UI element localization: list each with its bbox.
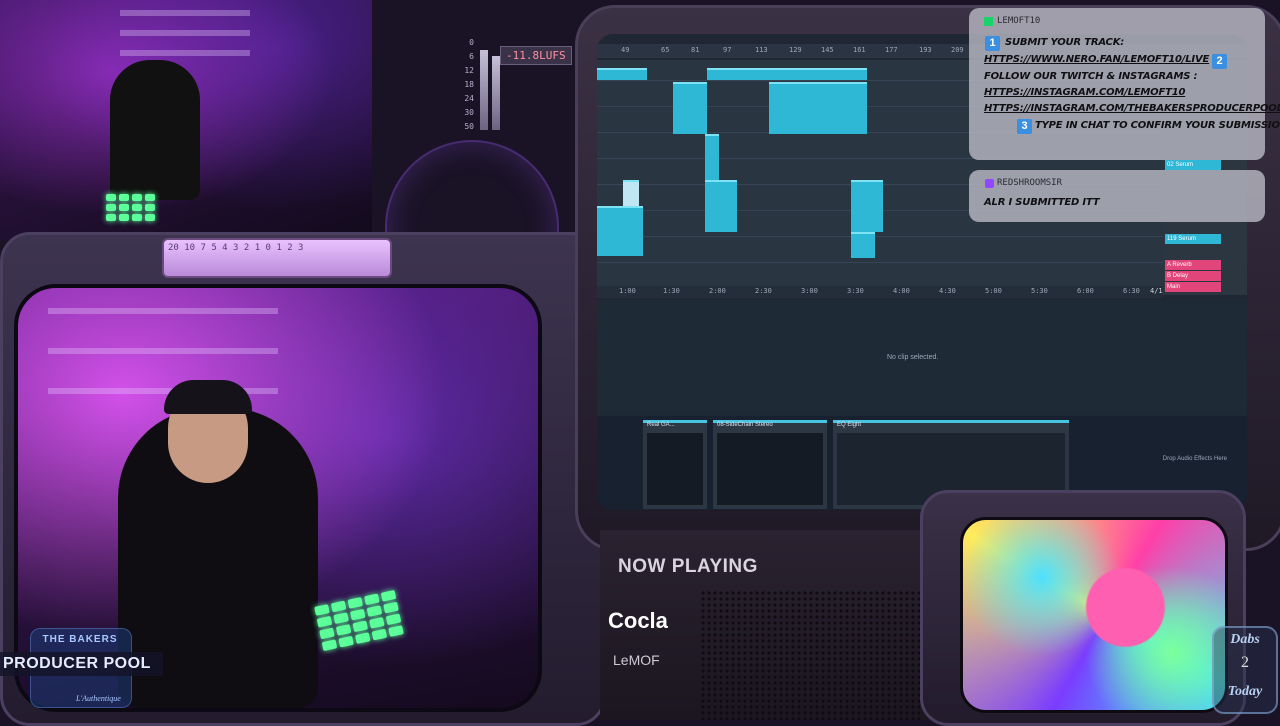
master-track-header[interactable]: Main <box>1165 282 1221 292</box>
chat-message: REDSHROOMSIR ALR I SUBMITTED ITT <box>969 170 1265 222</box>
chat-link[interactable]: HTTPS://WWW.NERO.FAN/LEMOFT10/LIVE <box>984 54 1209 65</box>
no-clip-message: No clip selected. <box>887 354 939 361</box>
logo-main-text: PRODUCER POOL <box>0 652 163 676</box>
visualizer-screen <box>960 517 1228 713</box>
number-three-icon: 3 <box>1017 119 1032 134</box>
logo-sub-text: L'Authentique <box>76 694 121 703</box>
track-lane <box>597 236 1163 237</box>
moderator-badge-icon <box>984 17 993 26</box>
drum-pad-controller <box>314 589 404 652</box>
drop-effects-hint: Drop Audio Effects Here <box>1162 456 1227 462</box>
daw-time-ruler: 1:00 1:30 2:00 2:30 3:00 3:30 4:00 4:30 … <box>597 286 1163 298</box>
shelf <box>120 50 250 56</box>
lufs-readout: -11.8LUFS <box>500 46 572 65</box>
chat-text: SUBMIT YOUR TRACK: <box>1005 37 1125 48</box>
audio-clip[interactable] <box>705 134 719 182</box>
track-artist: LeMOF <box>613 652 660 668</box>
track-header[interactable]: 02 Serum <box>1165 160 1221 170</box>
top-webcam-feed <box>0 0 372 240</box>
streamer-figure <box>110 60 200 200</box>
track-header[interactable]: 119 Serum <box>1165 234 1221 244</box>
device-panel[interactable]: Real GA... <box>643 420 707 509</box>
user-badge-icon <box>985 179 994 188</box>
chat-username: LEMOFT10 <box>997 16 1041 26</box>
track-lane <box>597 262 1163 263</box>
today-label: Today <box>1227 684 1263 699</box>
meter-scale: 0 6 12 18 24 30 50 <box>464 38 474 131</box>
chat-message: LEMOFT10 1 SUBMIT YOUR TRACK: HTTPS://WW… <box>969 8 1280 160</box>
shelf <box>48 348 278 354</box>
dabs-count: 2 <box>1241 654 1249 671</box>
meter-bar-right <box>492 56 500 130</box>
tv-dial-scale: 20 10 7 5 4 3 2 1 0 1 2 3 <box>168 243 304 253</box>
number-two-icon: 2 <box>1212 54 1227 69</box>
drum-pad-controller <box>106 194 155 221</box>
dabs-today-badge: Dabs 2 Today <box>1212 626 1278 714</box>
shelf <box>120 30 250 36</box>
device-panel[interactable]: 08-SideChain Stereo <box>713 420 827 509</box>
audio-clip[interactable] <box>597 206 643 256</box>
now-playing-label: NOW PLAYING <box>618 556 758 577</box>
meter-bar-left <box>480 50 488 130</box>
audio-clip[interactable] <box>851 180 883 232</box>
shelf <box>120 10 250 16</box>
audio-clip[interactable] <box>705 180 737 232</box>
return-track-header[interactable]: A Reverb <box>1165 260 1221 270</box>
track-title: Cocla <box>608 608 668 633</box>
clip-detail-view: No clip selected. <box>597 300 1247 415</box>
dabs-label: Dabs <box>1230 632 1260 647</box>
chat-link[interactable]: HTTPS://INSTAGRAM.COM/LEMOFT10 <box>984 87 1185 98</box>
audio-clip[interactable] <box>673 82 707 134</box>
chat-text: TYPE IN CHAT TO CONFIRM YOUR SUBMISSION <box>1035 120 1280 131</box>
chat-username: REDSHROOMSIR <box>997 178 1063 188</box>
chat-link[interactable]: HTTPS://INSTAGRAM.COM/THEBAKERSPRODUCERP… <box>984 103 1280 114</box>
audio-clip[interactable] <box>707 68 867 80</box>
audio-clip[interactable] <box>769 82 867 134</box>
selected-clip[interactable] <box>623 180 639 206</box>
number-one-icon: 1 <box>985 36 1000 51</box>
audio-clip[interactable] <box>851 232 875 258</box>
logo-top-text: THE BAKERS <box>42 634 118 645</box>
chat-text: FOLLOW OUR TWITCH & INSTAGRAMS : <box>984 71 1198 82</box>
return-track-header[interactable]: B Delay <box>1165 271 1221 281</box>
chat-text: ALR I SUBMITTED ITT <box>984 197 1100 208</box>
shelf <box>48 308 278 314</box>
speaker-grill <box>700 590 920 720</box>
level-meter: 0 6 12 18 24 30 50 <box>460 30 570 131</box>
streamer-cap <box>164 380 252 414</box>
tv-dial: 20 10 7 5 4 3 2 1 0 1 2 3 <box>162 238 392 278</box>
audio-clip[interactable] <box>597 68 647 80</box>
